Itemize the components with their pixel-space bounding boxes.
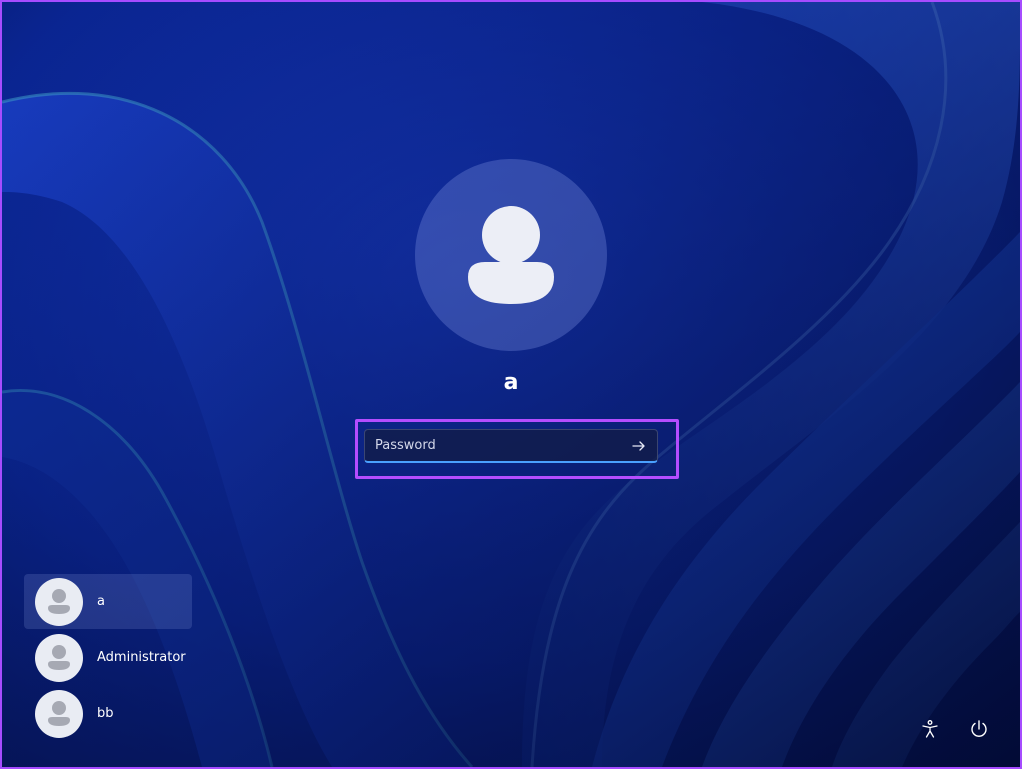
user-list-item-a[interactable]: a [24,574,192,629]
person-icon [48,588,70,614]
person-icon [468,206,554,304]
lock-screen: a a Administrator bb [0,0,1022,769]
password-field[interactable] [364,429,658,463]
accessibility-button[interactable] [916,715,944,743]
user-avatar [35,633,83,682]
arrow-right-icon [632,441,645,451]
person-icon [48,700,70,726]
person-icon [48,644,70,670]
user-name: a [97,594,105,609]
power-button[interactable] [965,715,993,743]
user-list-item-administrator[interactable]: Administrator [24,630,192,685]
user-avatar-large [415,159,607,351]
user-name: bb [97,706,114,721]
submit-button[interactable] [627,434,651,458]
power-icon [971,720,987,737]
user-avatar [35,689,83,738]
accessibility-icon [922,720,938,738]
user-name: Administrator [97,650,186,665]
username-label: a [503,370,519,395]
password-input[interactable] [365,430,625,461]
user-avatar [35,577,83,626]
user-list-item-bb[interactable]: bb [24,686,192,741]
